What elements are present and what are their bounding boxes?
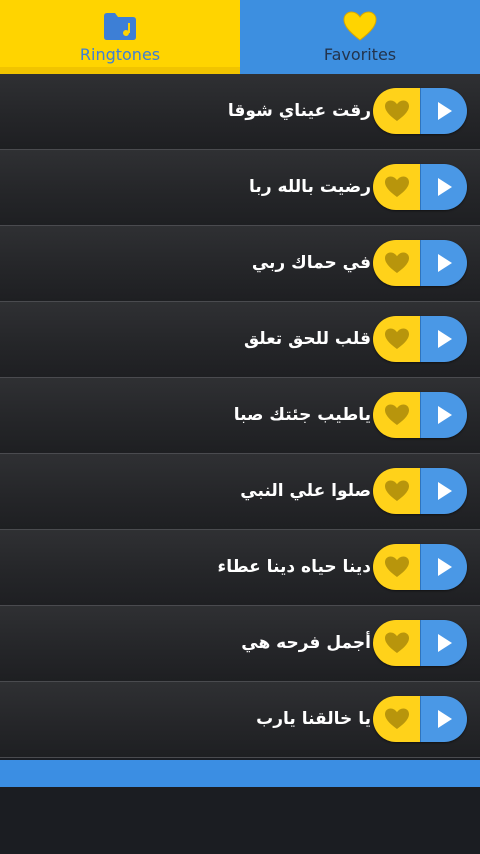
play-icon	[438, 330, 453, 348]
heart-icon	[384, 404, 409, 425]
favorite-button[interactable]	[373, 620, 421, 666]
heart-icon	[341, 8, 379, 44]
folder-music-icon	[101, 8, 139, 44]
play-button[interactable]	[420, 620, 467, 666]
favorite-button[interactable]	[373, 392, 421, 438]
heart-icon	[384, 632, 409, 653]
row-actions	[373, 468, 467, 514]
play-icon	[438, 710, 453, 728]
heart-icon	[384, 176, 409, 197]
play-icon	[438, 406, 453, 424]
play-button[interactable]	[420, 696, 467, 742]
favorite-button[interactable]	[373, 468, 421, 514]
play-icon	[438, 254, 453, 272]
list-item[interactable]: أجمل فرحه هي	[0, 606, 480, 682]
row-actions	[373, 392, 467, 438]
ringtone-title: رضيت بالله ربا	[249, 177, 371, 197]
favorite-button[interactable]	[373, 164, 421, 210]
play-button[interactable]	[420, 544, 467, 590]
heart-icon	[384, 252, 409, 273]
heart-icon	[384, 556, 409, 577]
ringtone-title: صلوا علي النبي	[240, 481, 371, 501]
list-item[interactable]: رضيت بالله ربا	[0, 150, 480, 226]
ringtone-title: ياطيب جئتك صبا	[233, 405, 371, 425]
row-actions	[373, 88, 467, 134]
ringtone-title: يا خالقنا يارب	[256, 709, 371, 729]
heart-icon	[384, 708, 409, 729]
list-item[interactable]: ياطيب جئتك صبا	[0, 378, 480, 454]
ringtone-title: قلب للحق تعلق	[243, 329, 371, 349]
play-button[interactable]	[420, 240, 467, 286]
tab-favorites-label: Favorites	[323, 45, 397, 64]
row-actions	[373, 544, 467, 590]
bottom-bar	[0, 760, 480, 787]
favorite-button[interactable]	[373, 240, 421, 286]
ringtone-title: أجمل فرحه هي	[241, 633, 371, 653]
play-button[interactable]	[420, 164, 467, 210]
list-item[interactable]: دينا حياه دينا عطاء	[0, 530, 480, 606]
row-actions	[373, 164, 467, 210]
ringtone-title: رقت عيناي شوقا	[227, 101, 371, 121]
ringtone-list: رقت عيناي شوقا رضيت بالله ربا في حماك رب…	[0, 74, 480, 758]
play-button[interactable]	[420, 392, 467, 438]
play-icon	[438, 634, 453, 652]
favorite-button[interactable]	[373, 316, 421, 362]
heart-icon	[384, 480, 409, 501]
tab-ringtones[interactable]: Ringtones	[0, 0, 240, 74]
list-item[interactable]: رقت عيناي شوقا	[0, 74, 480, 150]
list-item[interactable]: قلب للحق تعلق	[0, 302, 480, 378]
list-item[interactable]: في حماك ربي	[0, 226, 480, 302]
tab-ringtones-label: Ringtones	[79, 45, 161, 64]
ringtone-title: دينا حياه دينا عطاء	[217, 557, 371, 577]
play-icon	[438, 102, 453, 120]
row-actions	[373, 620, 467, 666]
row-actions	[373, 240, 467, 286]
play-button[interactable]	[420, 468, 467, 514]
row-actions	[373, 316, 467, 362]
play-button[interactable]	[420, 316, 467, 362]
tab-bar: Ringtones Favorites	[0, 0, 480, 74]
heart-icon	[384, 328, 409, 349]
ringtone-title: في حماك ربي	[251, 253, 371, 273]
heart-icon	[384, 100, 409, 121]
tab-favorites[interactable]: Favorites	[240, 0, 480, 74]
favorite-button[interactable]	[373, 696, 421, 742]
favorite-button[interactable]	[373, 88, 421, 134]
play-icon	[438, 482, 453, 500]
list-item[interactable]: يا خالقنا يارب	[0, 682, 480, 758]
list-item[interactable]: صلوا علي النبي	[0, 454, 480, 530]
play-icon	[438, 558, 453, 576]
favorite-button[interactable]	[373, 544, 421, 590]
row-actions	[373, 696, 467, 742]
play-button[interactable]	[420, 88, 467, 134]
play-icon	[438, 178, 453, 196]
